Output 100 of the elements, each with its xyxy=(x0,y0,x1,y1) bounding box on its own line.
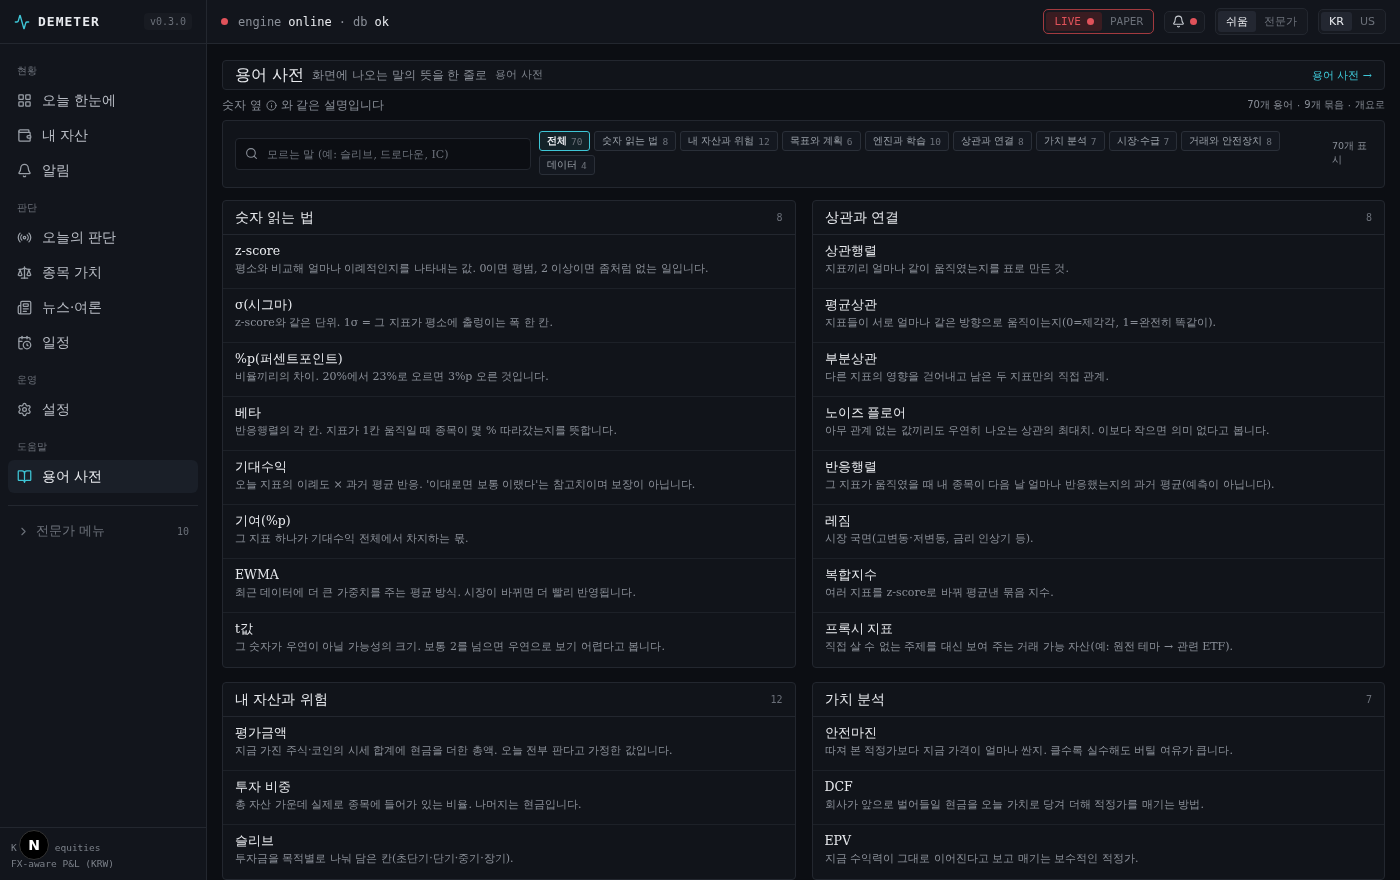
nav-item[interactable]: 오늘 한눈에 xyxy=(8,84,198,117)
toggle-option[interactable]: LIVE xyxy=(1046,12,1102,31)
term-definition: 그 지표 하나가 기대수익 전체에서 차지하는 몫. xyxy=(235,531,470,547)
term-definition: 지금 가진 주식·코인의 시세 합계에 현금을 더한 총액. 오늘 전부 판다고 가정한 값입니다. xyxy=(235,743,674,759)
filter-chip[interactable]: 엔진과 학습 10 xyxy=(864,131,949,151)
footer-text: K xyxy=(11,841,17,855)
filter-chip[interactable]: 숫자 읽는 법 8 xyxy=(594,131,677,151)
nav-label: 일정 xyxy=(42,333,70,352)
nav-item[interactable]: 내 자산 xyxy=(8,119,198,152)
term-definition: 오늘 지표의 이례도 × 과거 평균 반응. '이대로면 보통 이랬다'는 참고치이며 보장이 아닙니다. xyxy=(235,477,697,493)
term-name: 반응행렬 xyxy=(824,458,878,476)
grid-icon xyxy=(17,93,32,108)
page-subtitle: 화면에 나오는 말의 뜻을 한 줄로 xyxy=(312,66,488,84)
menu-count: 10 xyxy=(176,525,189,537)
footer-text: FX-aware P&L (KRW) xyxy=(11,857,114,871)
toggle-option[interactable]: US xyxy=(1351,12,1383,31)
nav-label: 오늘의 판단 xyxy=(42,228,117,247)
term-name: z-score xyxy=(235,242,282,260)
term-name: 노이즈 플로어 xyxy=(824,404,908,422)
pulse-icon xyxy=(14,13,30,30)
nav-group-label: 도움말 xyxy=(16,440,48,454)
term-definition: 지표끼리 얼마나 같이 움직였는지를 표로 만든 것. xyxy=(824,261,1070,277)
filter-chip[interactable]: 거래와 안전장치 8 xyxy=(1181,131,1281,151)
term-definition: 회사가 앞으로 벌어들일 현금을 오늘 가치로 당겨 더해 적정가를 매기는 방법. xyxy=(824,797,1205,813)
glossary-link[interactable]: 용어 사전 → xyxy=(1311,67,1372,83)
term-definition: 따져 본 적정가보다 지금 가격이 얼마나 싼지. 클수록 실수해도 버틸 여유가 큽니다. xyxy=(824,743,1234,759)
status-label: db xyxy=(352,14,368,29)
nav-item[interactable]: 뉴스·여론 xyxy=(8,291,198,324)
notifications-button[interactable] xyxy=(1164,10,1206,33)
expert-menu[interactable]: 전문가 메뉴 10 xyxy=(8,516,198,546)
nav-item[interactable]: 일정 xyxy=(8,326,198,359)
term-name: t값 xyxy=(235,620,255,638)
page-title: 용어 사전 xyxy=(235,64,305,86)
term-definition: 최근 데이터에 더 큰 가중치를 주는 평균 방식. 시장이 바뀌면 더 빨리 반영됩니다. xyxy=(235,585,637,601)
nav-label: 용어 사전 xyxy=(42,467,103,486)
toggle-option[interactable]: 쉬움 xyxy=(1218,11,1257,32)
term-name: DCF xyxy=(824,778,854,796)
toggle-option[interactable]: KR xyxy=(1321,12,1352,31)
dev-badge[interactable]: N xyxy=(19,830,49,860)
book-icon xyxy=(17,469,32,484)
term-definition: 비율끼리의 차이. 20%에서 23%로 오르면 3%p 오른 것입니다. xyxy=(235,369,550,385)
term-name: %p(퍼센트포인트) xyxy=(235,350,344,368)
section-title: 내 자산과 위험 xyxy=(235,690,329,709)
filter-chip[interactable]: 가치 분석 7 xyxy=(1035,131,1105,151)
stat-text[interactable]: 개요로 xyxy=(1355,98,1385,113)
live-dot-icon xyxy=(1086,18,1094,25)
term-name: 기대수익 xyxy=(235,458,288,476)
term-name: 투자 비중 xyxy=(235,778,292,796)
term-definition: 지금 수익력이 그대로 이어진다고 보고 매기는 보수적인 적정가. xyxy=(824,851,1140,867)
term-definition: 그 지표가 움직였을 때 내 종목이 다음 날 얼마나 반응했는지의 과거 평균(예측이 아닙니다). xyxy=(824,477,1276,493)
filter-chip[interactable]: 전체 70 xyxy=(539,131,591,151)
filter-chip[interactable]: 데이터 4 xyxy=(539,155,595,175)
nav-label: 종목 가치 xyxy=(42,263,103,282)
filter-chip[interactable]: 시장·수급 7 xyxy=(1108,131,1178,151)
search-field[interactable]: 모르는 말 (예: 슬리브, 드로다운, IC) xyxy=(235,138,531,170)
term-name: 레짐 xyxy=(824,512,852,530)
info-icon xyxy=(265,99,277,111)
version-label: v0.3.0 xyxy=(143,13,192,30)
nav-group-label: 현황 xyxy=(16,64,38,78)
intro-text: 와 같은 설명입니다 xyxy=(280,97,385,113)
filter-chip[interactable]: 내 자산과 위험 12 xyxy=(680,131,778,151)
nav-item[interactable]: 설정 xyxy=(8,393,198,426)
settings-icon xyxy=(17,402,32,417)
separator: · xyxy=(1297,99,1301,111)
term-definition: 아무 관계 없는 값끼리도 우연히 나오는 상관의 최대치. 이보다 작으면 의미 없다고 봅니다. xyxy=(824,423,1271,439)
scale-icon xyxy=(17,265,32,280)
status-value: ok xyxy=(374,14,389,29)
term-name: 평가금액 xyxy=(235,724,288,742)
nav-item[interactable]: 종목 가치 xyxy=(8,256,198,289)
term-definition: 여러 지표를 z-score로 바꿔 평균낸 묶음 지수. xyxy=(824,585,1055,601)
section-count: 8 xyxy=(1365,212,1372,223)
status-label: engine xyxy=(238,14,282,29)
section-count: 7 xyxy=(1365,694,1372,705)
section-count: 8 xyxy=(776,212,783,223)
term-definition: 평소와 비교해 얼마나 이례적인지를 나타내는 값. 0이면 평범, 2 이상이면 좀처럼 없는 일입니다. xyxy=(235,261,710,277)
term-name: 베타 xyxy=(235,404,262,422)
term-name: 부분상관 xyxy=(824,350,878,368)
toggle-option[interactable]: 전문가 xyxy=(1256,11,1306,32)
status-value: online xyxy=(288,14,332,29)
term-name: σ(시그마) xyxy=(235,296,294,314)
footer-text: equities xyxy=(54,841,101,855)
term-name: 상관행렬 xyxy=(824,242,878,260)
filter-chip[interactable]: 상관과 연결 8 xyxy=(953,131,1032,151)
separator: · xyxy=(338,14,346,29)
filter-chip[interactable]: 목표와 계획 6 xyxy=(781,131,861,151)
toggle-option[interactable]: PAPER xyxy=(1101,12,1152,31)
term-definition: 그 숫자가 우연이 아닐 가능성의 크기. 보통 2를 넘으면 우연으로 보기 어렵다고 봅니다. xyxy=(235,639,666,655)
nav-item[interactable]: 알림 xyxy=(8,154,198,187)
nav-group-label: 판단 xyxy=(16,201,38,215)
nav-group-label: 운영 xyxy=(16,373,38,387)
nav-label: 알림 xyxy=(42,161,70,180)
term-name: 평균상관 xyxy=(824,296,878,314)
wallet-icon xyxy=(17,128,32,143)
term-definition: 직접 살 수 없는 주제를 대신 보여 주는 거래 가능 자산(예: 원전 테마 → 관련 ETF). xyxy=(824,639,1234,655)
term-definition: 지표들이 서로 얼마나 같은 방향으로 움직이는지(0=제각각, 1=완전히 똑같이). xyxy=(824,315,1217,331)
nav-item[interactable]: 용어 사전 xyxy=(8,460,198,493)
section-title: 상관과 연결 xyxy=(824,208,900,227)
search-icon xyxy=(245,147,258,160)
nav-item[interactable]: 오늘의 판단 xyxy=(8,221,198,254)
term-definition: 시장 국면(고변동·저변동, 금리 인상기 등). xyxy=(824,531,1035,547)
